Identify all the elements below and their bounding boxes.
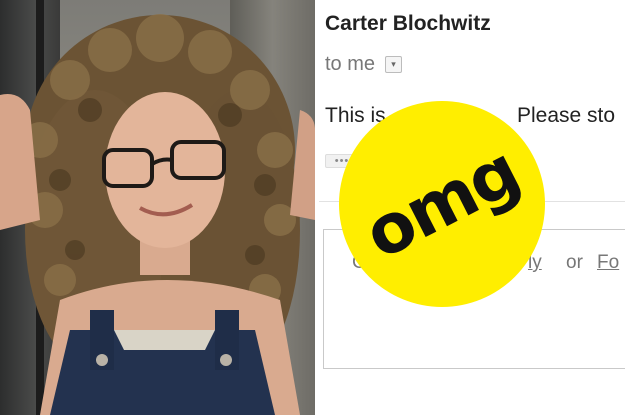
reply-or-text: or — [566, 252, 583, 273]
recipient-details-button[interactable]: ▾ — [385, 56, 403, 73]
sender-name: Carter Blochwitz — [325, 12, 491, 35]
chevron-down-icon: ▾ — [391, 59, 396, 69]
email-body-end: Please sto — [517, 104, 616, 127]
recipient-label: to me — [325, 53, 376, 75]
omg-sticker: omg — [339, 101, 545, 307]
recipient-row: to me ▾ — [325, 53, 403, 76]
omg-sticker-text: omg — [352, 131, 532, 276]
person-photo — [0, 0, 315, 415]
forward-link[interactable]: Fo — [597, 252, 619, 274]
portrait-illustration — [0, 14, 315, 415]
